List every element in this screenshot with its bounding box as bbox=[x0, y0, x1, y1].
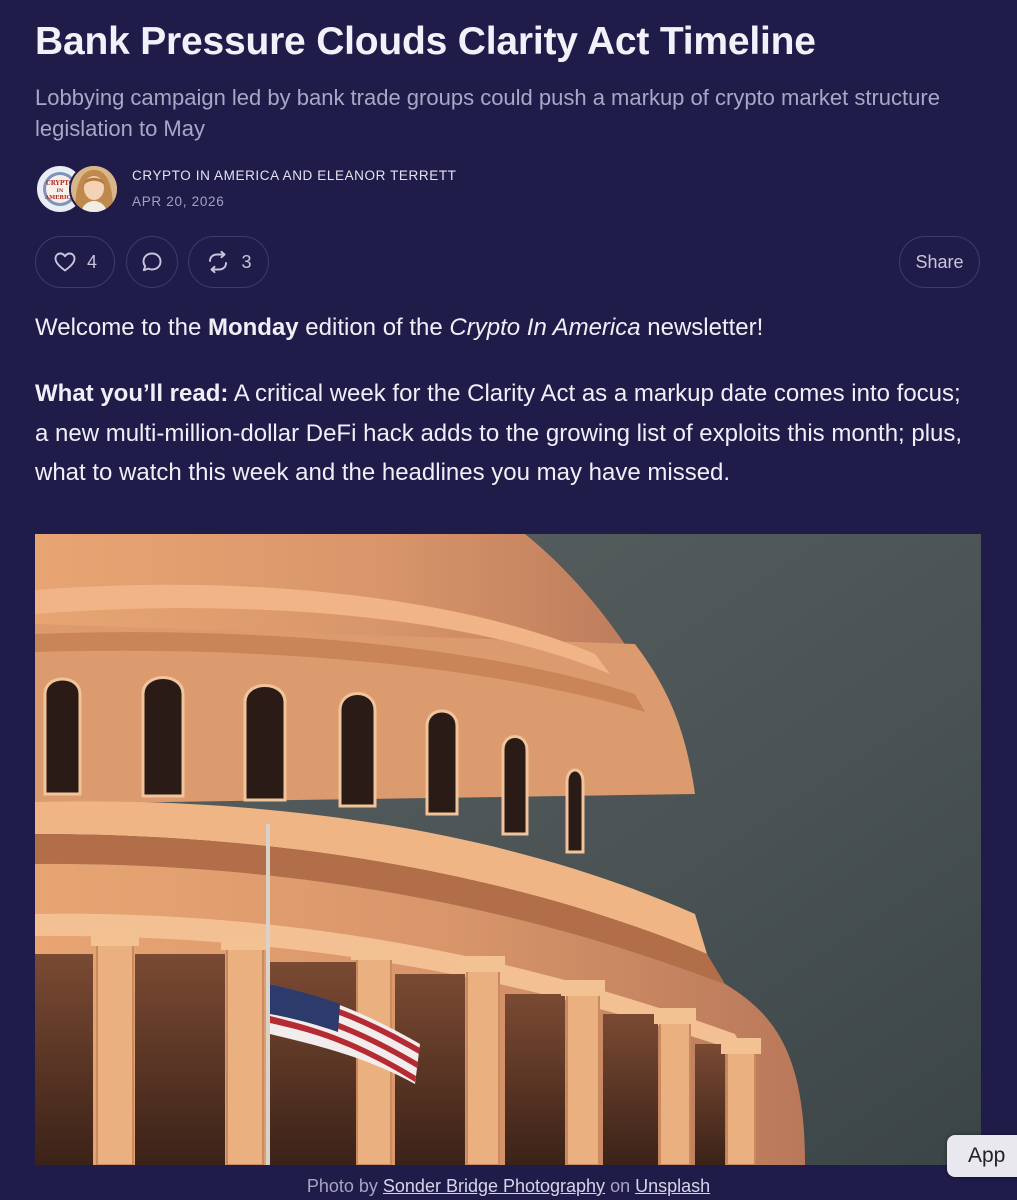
author-byline[interactable]: CRYPTO IN AMERICA AND ELEANOR TERRETT bbox=[132, 168, 457, 183]
unsplash-link[interactable]: Unsplash bbox=[635, 1176, 710, 1196]
publish-date: APR 20, 2026 bbox=[132, 194, 225, 209]
author-avatar[interactable] bbox=[69, 164, 119, 214]
intro-paragraph: Welcome to the Monday edition of the Cry… bbox=[35, 308, 980, 348]
capitol-dome-image bbox=[35, 534, 981, 1165]
intro-text-pre: Welcome to the bbox=[35, 314, 208, 341]
article-subtitle: Lobbying campaign led by bank trade grou… bbox=[35, 85, 940, 141]
restack-icon bbox=[209, 250, 228, 274]
restack-button[interactable]: 3 bbox=[188, 236, 269, 288]
heart-icon bbox=[54, 252, 76, 272]
caption-middle: on bbox=[605, 1176, 636, 1196]
intro-day: Monday bbox=[207, 314, 299, 341]
like-count: 4 bbox=[86, 251, 97, 272]
svg-text:IN: IN bbox=[57, 188, 64, 194]
caption-prefix: Photo by bbox=[306, 1176, 383, 1196]
share-button[interactable]: Share bbox=[899, 236, 980, 288]
newsletter-name: Crypto In America bbox=[449, 314, 641, 341]
article-title: Bank Pressure Clouds Clarity Act Timelin… bbox=[35, 20, 816, 63]
open-in-app-button[interactable]: App bbox=[947, 1135, 1017, 1177]
comment-icon bbox=[142, 252, 162, 272]
article-page: Bank Pressure Clouds Clarity Act Timelin… bbox=[0, 0, 1017, 1200]
photographer-link[interactable]: Sonder Bridge Photography bbox=[383, 1176, 605, 1196]
author-avatars[interactable]: CRYPTO IN AMERICA bbox=[35, 164, 119, 214]
photo-caption: Photo by Sonder Bridge Photography on Un… bbox=[0, 1176, 1017, 1197]
capitol-dome-photo[interactable] bbox=[35, 534, 981, 1165]
intro-text-mid: edition of the bbox=[298, 314, 450, 341]
comment-button[interactable] bbox=[126, 236, 178, 288]
summary-paragraph: What you’ll read: A critical week for th… bbox=[35, 374, 980, 493]
restack-count: 3 bbox=[241, 251, 252, 272]
author-photo bbox=[71, 166, 117, 212]
intro-text-post: newsletter! bbox=[640, 314, 764, 341]
summary-label: What you’ll read: bbox=[35, 380, 229, 407]
like-button[interactable]: 4 bbox=[35, 236, 115, 288]
